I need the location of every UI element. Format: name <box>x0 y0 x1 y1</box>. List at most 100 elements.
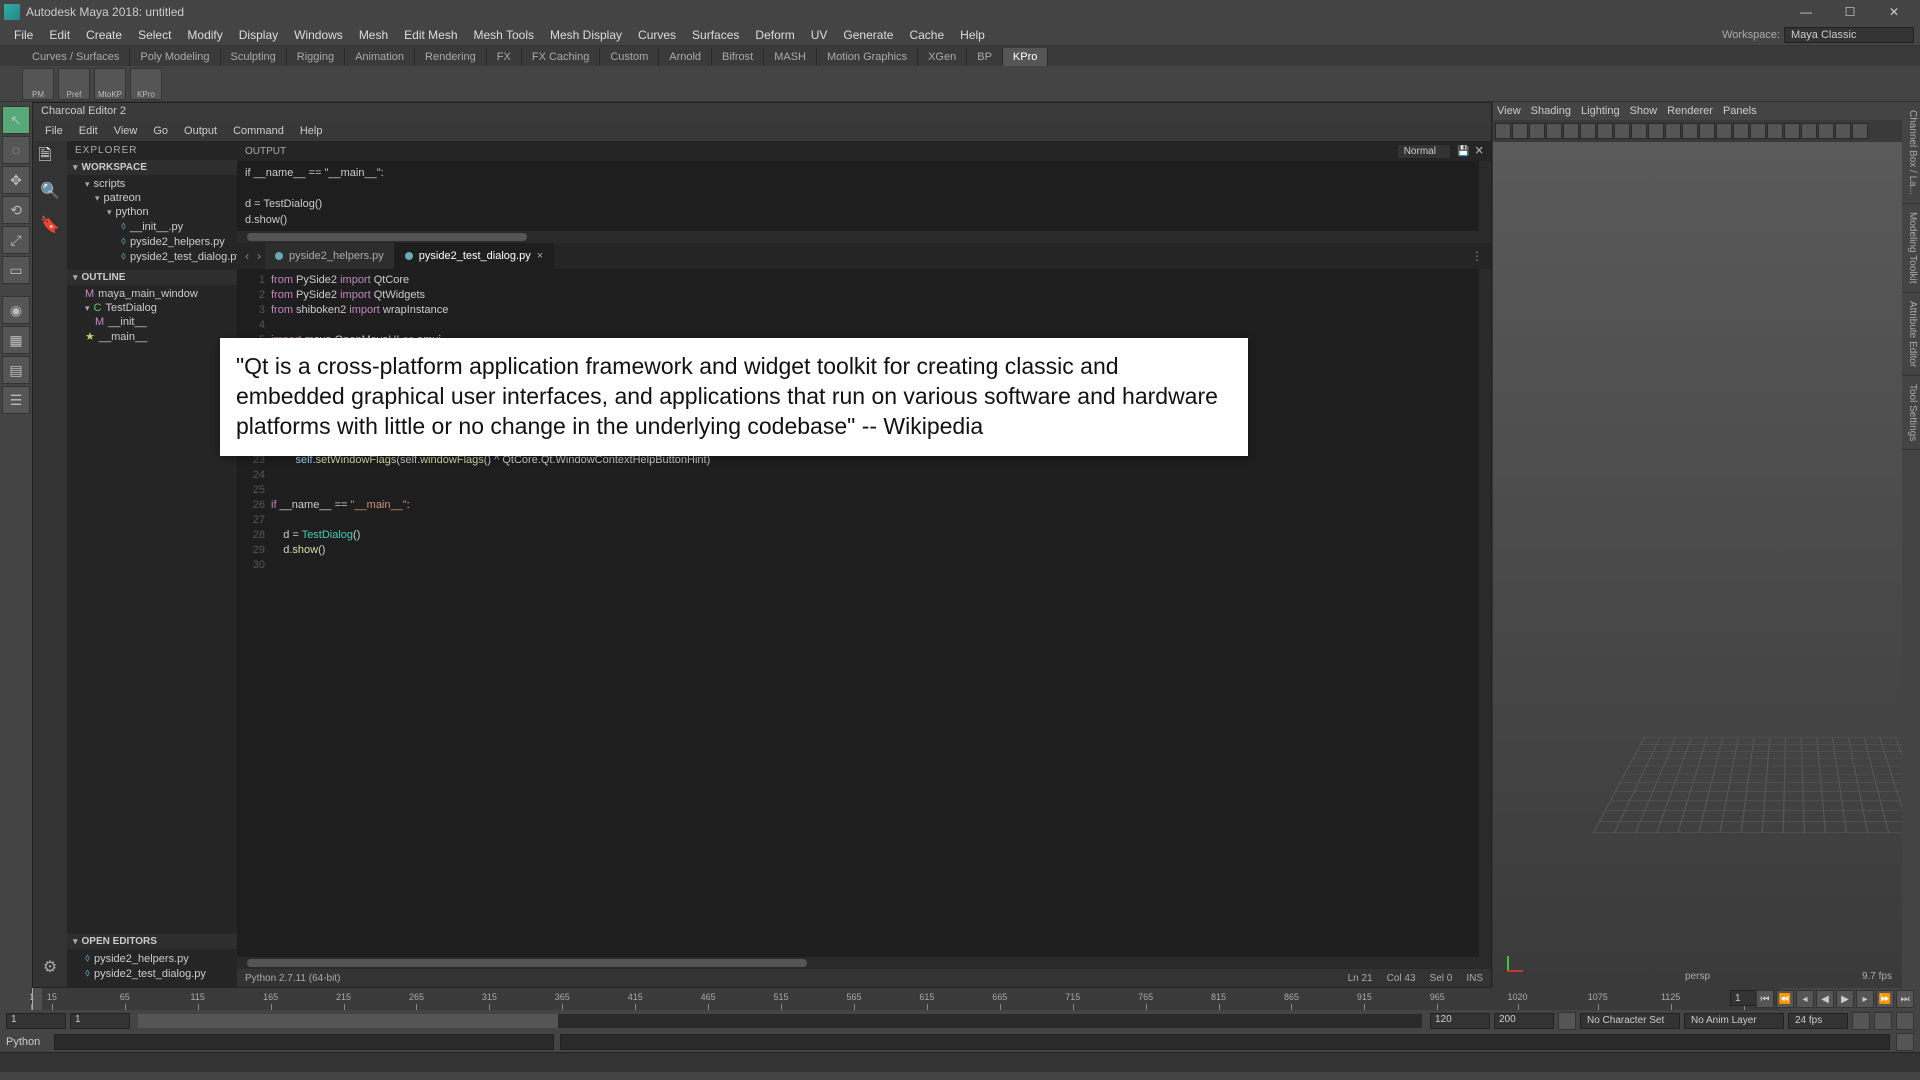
shelf-tab[interactable]: Sculpting <box>221 48 287 66</box>
vp-tool-icon[interactable] <box>1699 123 1715 139</box>
range-start-field[interactable]: 1 <box>6 1013 66 1029</box>
range-end-field[interactable]: 200 <box>1494 1013 1554 1029</box>
grid-tool-icon[interactable]: ▦ <box>2 326 30 354</box>
shelf-tab[interactable]: BP <box>967 48 1003 66</box>
output-clear-icon[interactable]: 🗙 <box>1475 143 1483 160</box>
time-slider[interactable]: 1156511516521526531536541546551556561566… <box>30 988 1780 1010</box>
menu-create[interactable]: Create <box>78 24 130 45</box>
vp-tool-icon[interactable] <box>1835 123 1851 139</box>
scale-tool-icon[interactable]: ⤢ <box>2 226 30 254</box>
folder-scripts[interactable]: ▾scripts <box>67 177 237 191</box>
shelf-tab[interactable]: Animation <box>345 48 415 66</box>
file-item[interactable]: ⬨pyside2_helpers.py <box>67 234 237 249</box>
file-item[interactable]: ⬨pyside2_test_dialog.py <box>67 249 237 264</box>
cmd-language[interactable]: Python <box>6 1036 48 1048</box>
shelf-tab[interactable]: Custom <box>600 48 659 66</box>
vp-menu-view[interactable]: View <box>1497 105 1521 117</box>
output-scrollbar[interactable] <box>1479 161 1491 231</box>
vp-tool-icon[interactable] <box>1665 123 1681 139</box>
range-slider[interactable] <box>138 1014 1422 1028</box>
right-tab[interactable]: Channel Box / La... <box>1902 102 1920 204</box>
close-button[interactable]: ✕ <box>1872 0 1916 24</box>
shelf-tab[interactable]: FX Caching <box>522 48 600 66</box>
output-body[interactable]: if __name__ == "__main__": d = TestDialo… <box>237 161 1491 231</box>
charcoal-menu-command[interactable]: Command <box>225 125 292 137</box>
outline-section[interactable]: ▾OUTLINE <box>67 270 237 285</box>
menu-deform[interactable]: Deform <box>747 24 802 45</box>
vp-menu-renderer[interactable]: Renderer <box>1667 105 1713 117</box>
menu-uv[interactable]: UV <box>803 24 836 45</box>
range-out-field[interactable]: 120 <box>1430 1013 1490 1029</box>
tab-forward-icon[interactable]: › <box>253 249 265 263</box>
shelf-tab[interactable]: Arnold <box>659 48 712 66</box>
menu-surfaces[interactable]: Surfaces <box>684 24 747 45</box>
output-save-icon[interactable]: 💾 <box>1457 146 1469 157</box>
vp-tool-icon[interactable] <box>1597 123 1613 139</box>
range-menu-icon[interactable] <box>1558 1012 1576 1030</box>
bookmark-icon[interactable]: 🔖 <box>38 213 62 237</box>
character-set-select[interactable]: No Character Set <box>1580 1013 1680 1029</box>
vp-tool-icon[interactable] <box>1767 123 1783 139</box>
vp-tool-icon[interactable] <box>1495 123 1511 139</box>
vp-tool-icon[interactable] <box>1784 123 1800 139</box>
charcoal-menu-help[interactable]: Help <box>292 125 331 137</box>
snap-tool-icon[interactable]: ◉ <box>2 296 30 324</box>
outline-item[interactable]: ★__main__ <box>67 329 237 344</box>
search-icon[interactable]: 🔍 <box>38 179 62 203</box>
vp-tool-icon[interactable] <box>1716 123 1732 139</box>
shelf-button[interactable]: KPro <box>130 68 162 100</box>
shelf-button[interactable]: Pref <box>58 68 90 100</box>
open-editors-section[interactable]: ▾OPEN EDITORS <box>67 934 237 949</box>
charcoal-menu-file[interactable]: File <box>37 125 71 137</box>
shelf-button[interactable]: MtoKP <box>94 68 126 100</box>
vp-menu-show[interactable]: Show <box>1630 105 1658 117</box>
goto-start-icon[interactable]: ⏮ <box>1756 990 1774 1008</box>
menu-modify[interactable]: Modify <box>179 24 230 45</box>
shelf-tab[interactable]: Motion Graphics <box>817 48 918 66</box>
menu-cache[interactable]: Cache <box>901 24 952 45</box>
vp-menu-shading[interactable]: Shading <box>1531 105 1571 117</box>
right-tab[interactable]: Modeling Toolkit <box>1902 204 1920 293</box>
settings-icon[interactable]: ⚙ <box>38 955 62 979</box>
sync-icon[interactable] <box>1852 1012 1870 1030</box>
vp-tool-icon[interactable] <box>1852 123 1868 139</box>
output-mode-select[interactable]: Normal <box>1397 144 1451 159</box>
maximize-button[interactable]: ☐ <box>1828 0 1872 24</box>
menu-file[interactable]: File <box>6 24 41 45</box>
menu-select[interactable]: Select <box>130 24 179 45</box>
right-tab[interactable]: Tool Settings <box>1902 376 1920 450</box>
menu-meshdisplay[interactable]: Mesh Display <box>542 24 630 45</box>
menu-meshtools[interactable]: Mesh Tools <box>466 24 542 45</box>
menu-windows[interactable]: Windows <box>286 24 351 45</box>
prefs-icon[interactable] <box>1896 1012 1914 1030</box>
viewport-canvas[interactable]: persp 9.7 fps <box>1493 142 1902 988</box>
output-hscroll[interactable] <box>237 231 1491 243</box>
code-scrollbar[interactable] <box>1479 269 1491 957</box>
minimize-button[interactable]: — <box>1784 0 1828 24</box>
play-forward-icon[interactable]: ▶ <box>1836 990 1854 1008</box>
shelf-tab[interactable]: Rendering <box>415 48 487 66</box>
charcoal-menu-view[interactable]: View <box>106 125 146 137</box>
menu-display[interactable]: Display <box>231 24 286 45</box>
list-tool-icon[interactable]: ☰ <box>2 386 30 414</box>
right-tab[interactable]: Attribute Editor <box>1902 293 1920 376</box>
outline-item[interactable]: M__init__ <box>67 315 237 329</box>
charcoal-menu-output[interactable]: Output <box>176 125 225 137</box>
goto-end-icon[interactable]: ⏭ <box>1896 990 1914 1008</box>
select-tool-icon[interactable]: ↖ <box>2 106 30 134</box>
cmd-input[interactable] <box>54 1034 554 1050</box>
folder-patreon[interactable]: ▾patreon <box>67 191 237 205</box>
tab-back-icon[interactable]: ‹ <box>241 249 253 263</box>
code-hscroll[interactable] <box>237 957 1491 969</box>
shelf-tab[interactable]: Curves / Surfaces <box>22 48 130 66</box>
fps-select[interactable]: 24 fps <box>1788 1013 1848 1029</box>
shelf-tab[interactable]: FX <box>487 48 522 66</box>
rotate-tool-icon[interactable]: ⟲ <box>2 196 30 224</box>
autokey-icon[interactable] <box>1874 1012 1892 1030</box>
shelf-tab[interactable]: Poly Modeling <box>130 48 220 66</box>
shelf-button[interactable]: PM <box>22 68 54 100</box>
editor-tab-active[interactable]: pyside2_test_dialog.py× <box>395 243 554 269</box>
vp-menu-lighting[interactable]: Lighting <box>1581 105 1620 117</box>
open-editor-item[interactable]: ⬨pyside2_helpers.py <box>67 951 237 966</box>
vp-tool-icon[interactable] <box>1580 123 1596 139</box>
